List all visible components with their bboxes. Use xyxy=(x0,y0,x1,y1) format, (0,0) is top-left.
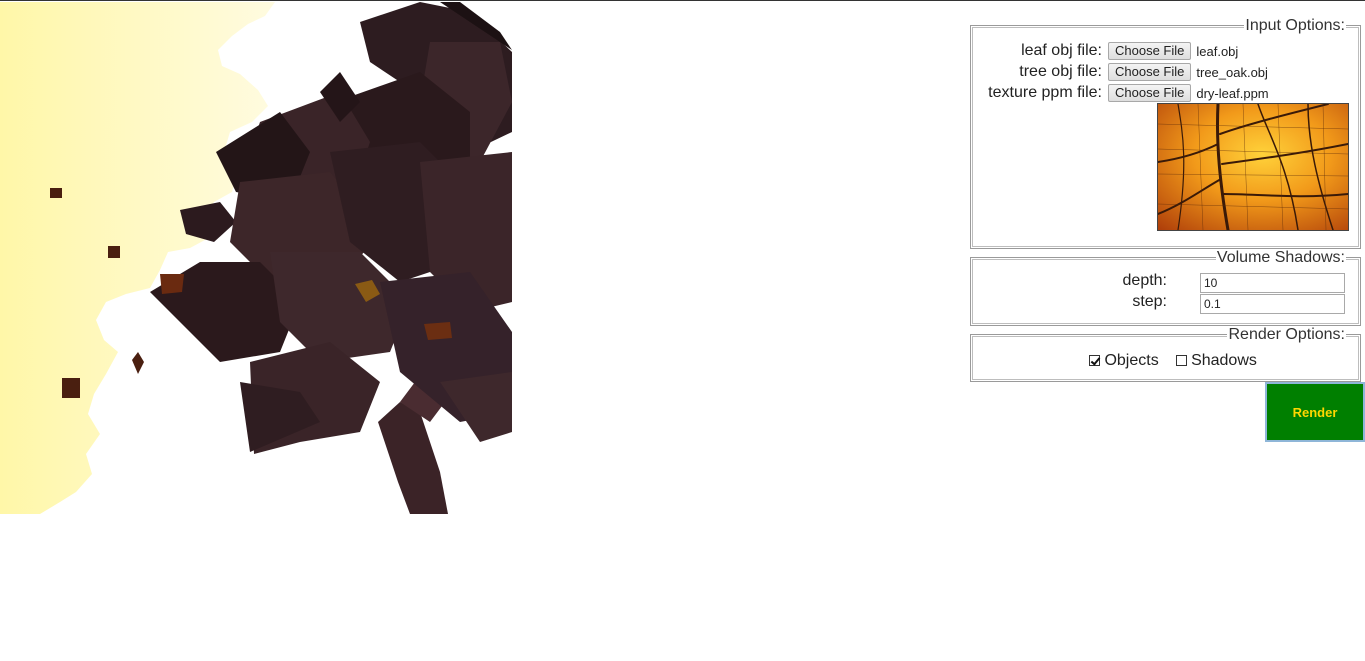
texture-choose-file-button[interactable]: Choose File xyxy=(1108,84,1192,102)
render-button[interactable]: Render xyxy=(1265,382,1365,442)
render-options-legend: Render Options: xyxy=(1227,326,1346,343)
top-border xyxy=(0,0,1365,1)
leaf-choose-file-button[interactable]: Choose File xyxy=(1108,42,1192,60)
volume-shadows-panel: Volume Shadows: depth: step: xyxy=(970,249,1361,326)
rendered-tree-scene xyxy=(0,2,512,514)
depth-label: depth: xyxy=(1122,272,1167,289)
depth-input[interactable] xyxy=(1200,273,1345,293)
input-options-panel: Input Options: leaf obj file: Choose Fil… xyxy=(970,17,1361,249)
tree-file-name: tree_oak.obj xyxy=(1196,64,1268,80)
shadows-checkbox[interactable] xyxy=(1175,355,1187,367)
leaf-file-label: leaf obj file: xyxy=(1021,42,1102,59)
texture-file-name: dry-leaf.ppm xyxy=(1196,85,1269,101)
volume-shadows-legend: Volume Shadows: xyxy=(1215,249,1346,266)
dry-leaf-texture xyxy=(1158,104,1348,230)
render-options-row: Objects Shadows xyxy=(1089,352,1257,370)
input-options-legend: Input Options: xyxy=(1244,17,1346,34)
texture-file-row: texture ppm file: Choose File dry-leaf.p… xyxy=(971,83,1269,103)
step-input[interactable] xyxy=(1200,294,1345,314)
step-label: step: xyxy=(1132,293,1167,310)
tree-file-row: tree obj file: Choose File tree_oak.obj xyxy=(971,62,1268,82)
tree-choose-file-button[interactable]: Choose File xyxy=(1108,63,1192,81)
objects-checkbox[interactable] xyxy=(1089,355,1100,367)
texture-preview-image xyxy=(1157,103,1349,231)
leaf-file-name: leaf.obj xyxy=(1196,43,1239,59)
tree-file-label: tree obj file: xyxy=(1019,63,1102,80)
leaf-file-row: leaf obj file: Choose File leaf.obj xyxy=(971,41,1238,61)
render-options-panel: Render Options: Objects Shadows xyxy=(970,326,1361,382)
render-canvas[interactable] xyxy=(0,2,512,514)
shadows-label: Shadows xyxy=(1191,352,1257,369)
texture-file-label: texture ppm file: xyxy=(988,84,1102,101)
objects-label: Objects xyxy=(1104,352,1159,369)
